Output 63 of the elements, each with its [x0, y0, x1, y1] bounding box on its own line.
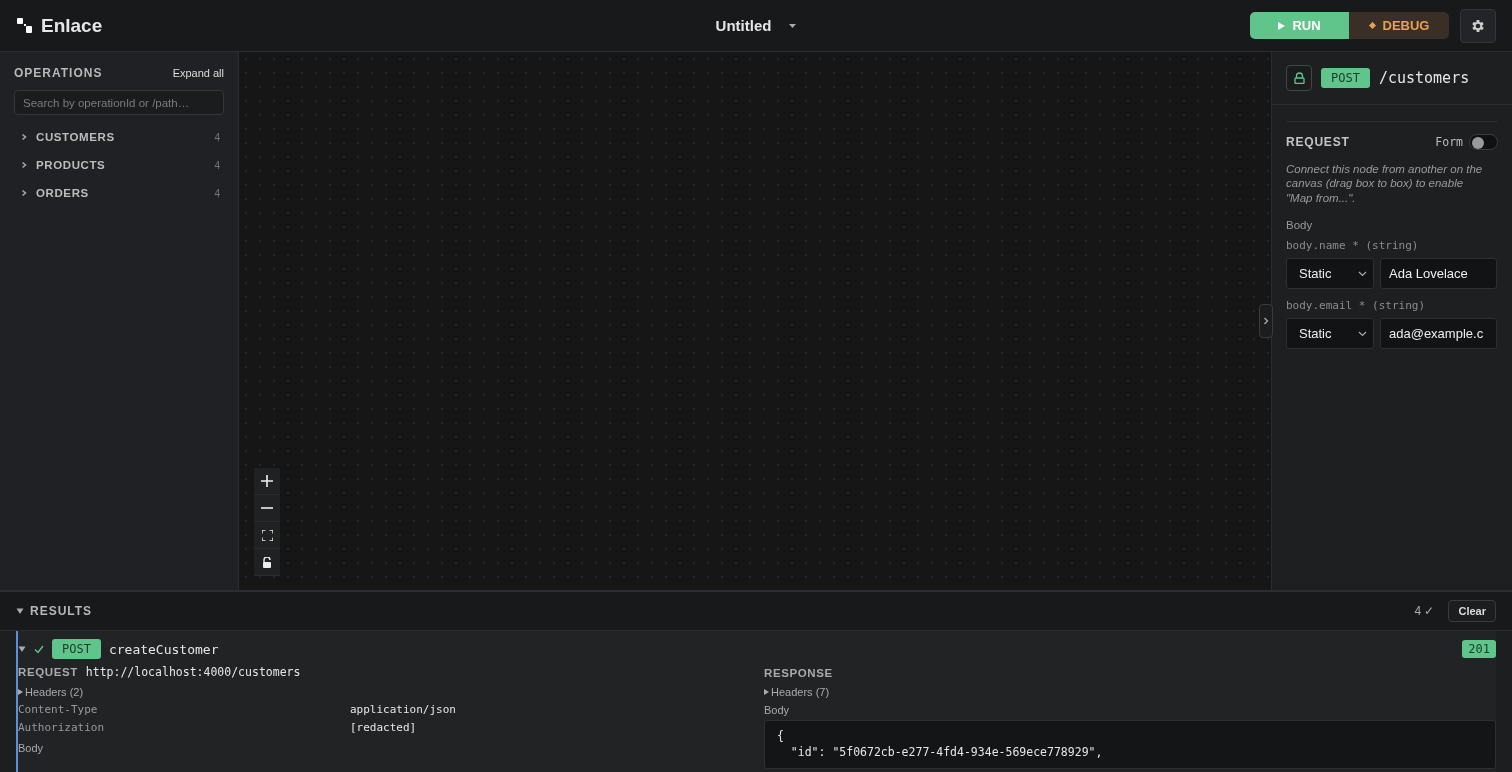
lock-icon [262, 556, 272, 568]
chevron-down-icon [1358, 330, 1367, 337]
operation-count: 4 [214, 187, 220, 199]
caret-icon [18, 689, 23, 695]
result-count: 4 ✓ [1414, 604, 1435, 618]
headers-toggle[interactable]: Headers (7) [764, 686, 830, 698]
logo-icon [16, 17, 33, 34]
value-field[interactable]: ada@example.c [1380, 318, 1497, 350]
field-label: body.email * (string) [1286, 299, 1427, 313]
settings-icon [1470, 17, 1486, 34]
expand-all-link[interactable]: Expand all [172, 67, 224, 79]
form-toggle[interactable] [1469, 134, 1498, 150]
source-select[interactable]: Static [1286, 258, 1374, 290]
source-select[interactable]: Static [1286, 318, 1374, 350]
chevron-down-icon [1358, 270, 1367, 277]
operation-count: 4 [214, 159, 220, 171]
results-title: RESULTS [30, 604, 93, 618]
minus-icon [261, 507, 273, 509]
dropdown-icon[interactable] [789, 23, 797, 28]
response-body: { "id": "5f0672cb-e277-4fd4-934e-569ece778929", [764, 720, 1496, 770]
collapse-handle[interactable] [1259, 304, 1273, 338]
field-label: body.name * (string) [1286, 239, 1420, 253]
section-title: REQUEST [1286, 135, 1350, 149]
headers-toggle[interactable]: Headers (2) [18, 686, 84, 698]
value-field[interactable]: Ada Lovelace [1380, 258, 1497, 290]
operation-group[interactable]: PRODUCTS [36, 159, 215, 171]
chevron-icon [1263, 317, 1269, 325]
settings-button[interactable] [1460, 8, 1496, 43]
debug-button[interactable]: DEBUG [1349, 12, 1449, 39]
fit-view-icon [261, 529, 273, 541]
request-label: REQUEST [18, 666, 78, 678]
hint-text: Connect this node from another on the canvas (drag box to box) to enable "Map from...". [1286, 162, 1484, 206]
caret-icon[interactable] [18, 645, 26, 653]
caret-icon[interactable] [16, 607, 24, 615]
method-badge: POST [52, 639, 101, 659]
status-badge: 201 [1462, 640, 1496, 658]
sidebar-title: OPERATIONS [14, 66, 103, 80]
plus-icon [261, 475, 273, 487]
method-badge: POST [1321, 68, 1370, 88]
app-name: Enlace [41, 14, 103, 37]
operation-count: 4 [214, 131, 220, 143]
toggle-label: Form [1435, 135, 1463, 149]
header-value: application/json [350, 703, 457, 716]
caret-icon [764, 689, 769, 695]
lock-icon [1293, 72, 1305, 84]
diamond-icon [1368, 22, 1376, 29]
body-label: Body [18, 742, 45, 754]
header-value: [redacted] [350, 721, 418, 734]
search-field[interactable]: Search by operationId or /path… [14, 90, 224, 115]
lock-button[interactable] [1286, 65, 1312, 91]
play-icon [1278, 21, 1286, 30]
operation-group[interactable]: CUSTOMERS [36, 131, 215, 143]
endpoint-path: /customers [1378, 69, 1470, 87]
operation-name: createCustomer [108, 641, 220, 657]
response-label: RESPONSE [764, 667, 834, 679]
document-title[interactable]: Untitled [715, 17, 772, 34]
operation-group[interactable]: ORDERS [36, 187, 215, 199]
header-name: Content-Type [18, 703, 99, 716]
request-url: http://localhost:4000/customers [85, 665, 301, 679]
body-label: Body [1286, 219, 1314, 232]
clear-button[interactable]: Clear [1448, 600, 1496, 622]
header-name: Authorization [18, 721, 106, 734]
body-label: Body [764, 704, 791, 716]
